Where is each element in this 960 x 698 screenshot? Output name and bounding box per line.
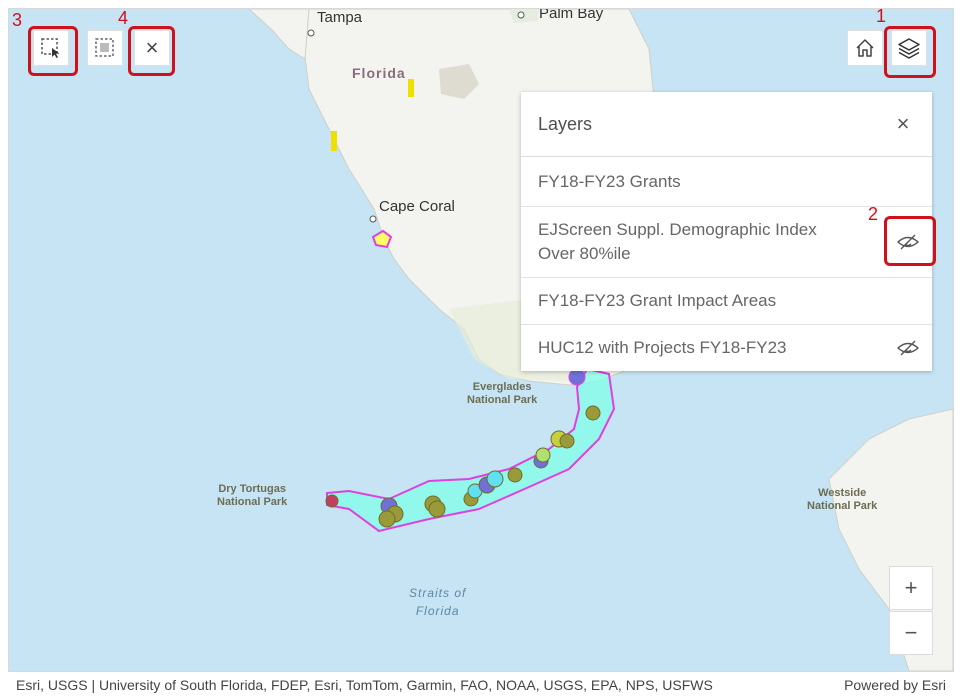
zoom-out-button[interactable]: −	[889, 611, 933, 655]
visibility-off-icon[interactable]	[896, 338, 920, 358]
layer-item-label: EJScreen Suppl. Demographic Index Over 8…	[538, 220, 817, 263]
place-label-straits: Straits of Florida	[409, 586, 467, 618]
city-dot	[369, 215, 377, 223]
place-label-tampa: Tampa	[317, 9, 363, 26]
grant-point	[585, 405, 601, 421]
home-icon	[856, 39, 874, 57]
home-button[interactable]	[847, 30, 883, 66]
layer-item-huc12[interactable]: HUC12 with Projects FY18-FY23	[521, 325, 932, 371]
highlight-box-2	[884, 216, 936, 266]
grant-point	[378, 510, 396, 528]
city-dot	[307, 29, 315, 37]
layers-panel: Layers × FY18-FY23 Grants EJScreen Suppl…	[521, 92, 932, 371]
layer-item-label: FY18-FY23 Grant Impact Areas	[538, 291, 777, 310]
place-label-palm-bay: Palm Bay	[539, 8, 604, 22]
highlight-box-3	[28, 26, 78, 76]
city-dot	[517, 11, 525, 19]
grant-point	[486, 470, 504, 488]
place-label-westside: Westside National Park	[807, 487, 878, 512]
select-by-layer-button[interactable]	[87, 30, 123, 66]
place-label-everglades: Everglades National Park	[467, 381, 538, 406]
layer-item-label: HUC12 with Projects FY18-FY23	[538, 338, 787, 357]
powered-by-link[interactable]: Powered by Esri	[844, 677, 952, 693]
highlight-box-4	[128, 26, 175, 76]
highlight-box-1	[884, 26, 936, 78]
layer-item-impact-areas[interactable]: FY18-FY23 Grant Impact Areas	[521, 278, 932, 325]
layer-item-grants[interactable]: FY18-FY23 Grants	[521, 157, 932, 207]
grant-point	[568, 368, 586, 386]
grant-marker	[408, 79, 414, 97]
layers-panel-header: Layers ×	[521, 92, 932, 157]
select-by-layer-icon	[95, 38, 114, 57]
layer-item-label: FY18-FY23 Grants	[538, 171, 681, 191]
callout-3: 3	[12, 10, 23, 30]
attribution-sources: Esri, USGS | University of South Florida…	[16, 677, 713, 693]
layers-panel-title: Layers	[538, 113, 593, 134]
close-icon[interactable]: ×	[891, 111, 915, 137]
callout-4: 4	[118, 8, 129, 28]
place-label-cape-coral: Cape Coral	[379, 198, 455, 215]
plus-icon: +	[904, 575, 918, 600]
grant-marker	[331, 131, 337, 151]
zoom-in-button[interactable]: +	[889, 566, 933, 610]
grant-point	[559, 433, 575, 449]
gulf-coast-land	[248, 9, 310, 60]
grant-point	[428, 500, 446, 518]
place-label-dry-tortugas: Dry Tortugas National Park	[217, 483, 288, 508]
place-label-florida: Florida	[352, 65, 406, 81]
callout-2: 2	[868, 204, 879, 224]
callout-1: 1	[876, 6, 887, 26]
map-attribution: Esri, USGS | University of South Florida…	[8, 674, 952, 696]
grant-point	[507, 467, 523, 483]
grant-point	[325, 494, 339, 508]
minus-icon: −	[904, 620, 918, 645]
grant-point	[535, 447, 551, 463]
